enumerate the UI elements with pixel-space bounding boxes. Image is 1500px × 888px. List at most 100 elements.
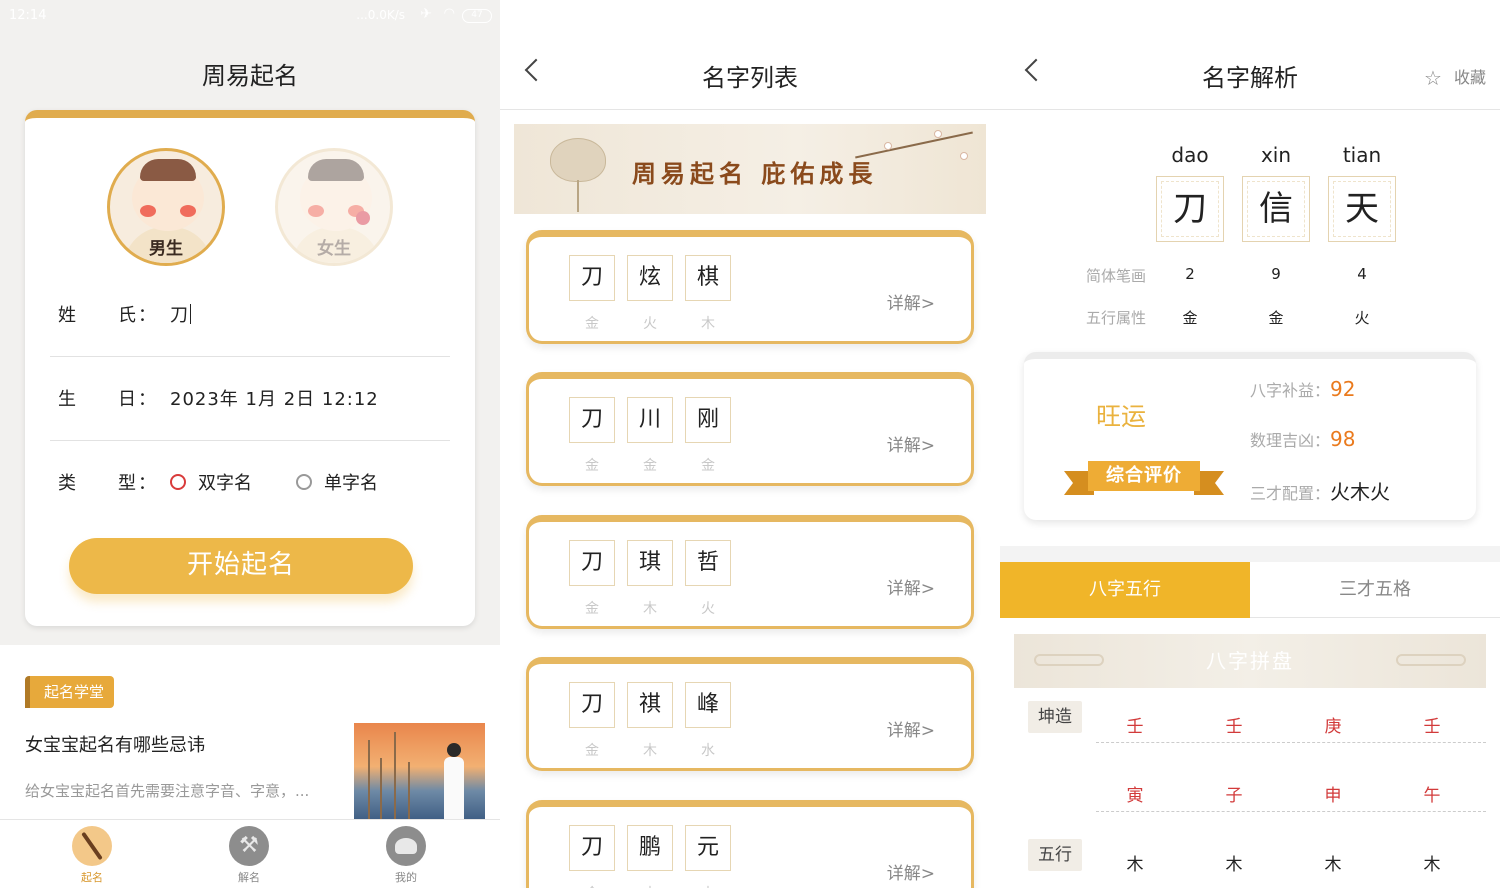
earthly-branch: 子	[1225, 786, 1243, 806]
lotus-illustration	[550, 138, 606, 182]
name-char: 鹏	[627, 825, 673, 871]
bazi-header: 八字拼盘	[1014, 634, 1486, 688]
name-char: 元	[685, 825, 731, 871]
char-element: 金	[585, 601, 599, 617]
surname-label: 姓 氏：	[58, 305, 158, 326]
detail-link[interactable]: 详解>	[887, 859, 935, 884]
kunzao-tag: 坤造	[1028, 701, 1082, 733]
gender-boy-option[interactable]: 男生	[107, 148, 225, 266]
char-element: 木	[685, 883, 731, 888]
detail-link[interactable]: 详解>	[887, 574, 935, 599]
char-element: 火	[1354, 309, 1370, 327]
name-char: 刀	[569, 825, 615, 871]
name-char: 刚	[685, 397, 731, 443]
name-card[interactable]: 刀金 祺木 峰水 详解>	[526, 657, 974, 771]
name-type-row: 类 型： 双字名 单字名	[50, 441, 450, 525]
overall-ribbon: 综合评价	[1064, 461, 1224, 497]
wifi-icon: ◠	[443, 6, 455, 21]
name-char: 刀	[569, 255, 615, 301]
name-card[interactable]: 刀金 琪木 哲火 详解>	[526, 515, 974, 629]
airplane-icon: ✈	[420, 6, 432, 22]
stroke-count: 9	[1271, 265, 1281, 283]
strokes-label: 简体笔画	[1086, 267, 1147, 285]
birthday-value[interactable]: 2023年 1月 2日 12:12	[170, 385, 379, 411]
stroke-count: 4	[1357, 265, 1367, 283]
start-naming-button[interactable]: 开始起名	[69, 538, 413, 594]
pinyin-label: xin	[1260, 143, 1292, 167]
wuxing-value: 木	[1225, 855, 1243, 875]
radio-double-name[interactable]: 双字名	[170, 469, 252, 495]
stroke-count: 2	[1185, 265, 1195, 283]
name-char: 祺	[627, 682, 673, 728]
naming-school-tag: 起名学堂	[25, 676, 115, 708]
name-card[interactable]: 刀金 鹏木 元木 详解>	[526, 800, 974, 888]
char-element: 金	[701, 458, 715, 474]
wuxing-value: 木	[1423, 855, 1441, 875]
banner: 周易起名 庇佑成長	[514, 124, 986, 214]
char-element: 金	[1268, 309, 1284, 327]
radio-selected-icon	[170, 474, 186, 490]
number-score: 数理吉凶：98	[1250, 427, 1356, 451]
qiming-screen: 12:14 ...0.0K/s ✈ ◠ 47 周易起名 男生 女生 姓 氏： 刀	[0, 0, 500, 888]
tools-icon	[229, 826, 269, 866]
article-thumbnail[interactable]	[354, 723, 485, 820]
tab-mine[interactable]: 我的	[376, 826, 436, 885]
char-element: 木	[643, 601, 657, 617]
earthly-branch: 午	[1423, 786, 1441, 806]
pinyin-label: tian	[1342, 143, 1382, 167]
name-char: 川	[627, 397, 673, 443]
nav-bar: 名字解析 ☆ 收藏	[1000, 0, 1500, 110]
name-list-screen: 名字列表 周易起名 庇佑成長 刀金炫火棋木详解> 刀金川金刚金详解> 刀金琪木哲火详…	[500, 0, 1000, 888]
name-char: 峰	[685, 682, 731, 728]
birthday-label: 生 日：	[58, 389, 158, 410]
article-summary: 给女宝宝起名首先需要注意字音、字意，...	[25, 782, 310, 800]
char-element: 火	[701, 601, 715, 617]
earthly-branch: 寅	[1126, 786, 1144, 806]
overall-label: 综合评价	[1088, 461, 1200, 491]
tab-qiming[interactable]: 起名	[62, 826, 122, 885]
name-card[interactable]: 刀金川金刚金详解>	[526, 372, 974, 486]
detail-link[interactable]: 详解>	[887, 716, 935, 741]
heavenly-stem: 壬	[1423, 717, 1441, 737]
detail-link[interactable]: 详解>	[887, 289, 935, 314]
surname-input[interactable]: 刀	[170, 301, 191, 327]
wuxing-value: 木	[1324, 855, 1342, 875]
favorite-button[interactable]: ☆ 收藏	[1424, 64, 1486, 90]
status-bar: 12:14 ...0.0K/s ✈ ◠ 47	[0, 0, 500, 32]
name-char: 琪	[627, 540, 673, 586]
char-element: 木	[701, 316, 715, 332]
page-title: 名字列表	[702, 64, 798, 92]
star-icon: ☆	[1424, 66, 1442, 90]
name-char: 刀	[569, 540, 615, 586]
detail-link[interactable]: 详解>	[887, 431, 935, 456]
surname-row: 姓 氏： 刀	[50, 273, 450, 357]
tab-jieming[interactable]: 解名	[219, 826, 279, 885]
heavenly-stem: 庚	[1324, 717, 1342, 737]
name-char: 炫	[627, 255, 673, 301]
char-element: 金	[1182, 309, 1198, 327]
tab-sancai-wuge[interactable]: 三才五格	[1250, 562, 1500, 618]
article-title[interactable]: 女宝宝起名有哪些忌讳	[25, 731, 205, 757]
birthday-row[interactable]: 生 日： 2023年 1月 2日 12:12	[50, 357, 450, 441]
name-type-label: 类 型：	[58, 473, 158, 494]
tab-bazi-wuxing[interactable]: 八字五行	[1000, 562, 1250, 618]
char-element: 金	[585, 458, 599, 474]
earthly-branch: 申	[1324, 786, 1342, 806]
name-char: 刀	[569, 682, 615, 728]
char-element: 木	[627, 883, 673, 888]
gender-girl-option[interactable]: 女生	[275, 148, 393, 266]
radio-single-name[interactable]: 单字名	[296, 469, 378, 495]
hanzi-box: 天	[1328, 176, 1396, 242]
char-element: 金	[643, 458, 657, 474]
pinyin-label: dao	[1171, 143, 1209, 167]
cloud-ornament-icon	[1034, 654, 1104, 666]
bottom-tab-bar: 起名 解名 我的	[0, 819, 500, 888]
name-card[interactable]: 刀金 炫火 棋木 详解>	[526, 230, 974, 344]
hanzi-box: 刀	[1156, 176, 1224, 242]
banner-slogan: 周易起名 庇佑成長	[632, 159, 878, 188]
user-icon	[386, 826, 426, 866]
name-char: 棋	[685, 255, 731, 301]
text-cursor	[190, 304, 191, 324]
wuxing-value: 木	[1126, 855, 1144, 875]
name-analysis-screen: 名字解析 ☆ 收藏 dao 刀 2 金 xin 信 9 金 tian 天 4 火 简体笔画 五行属性 旺…	[1000, 0, 1500, 888]
